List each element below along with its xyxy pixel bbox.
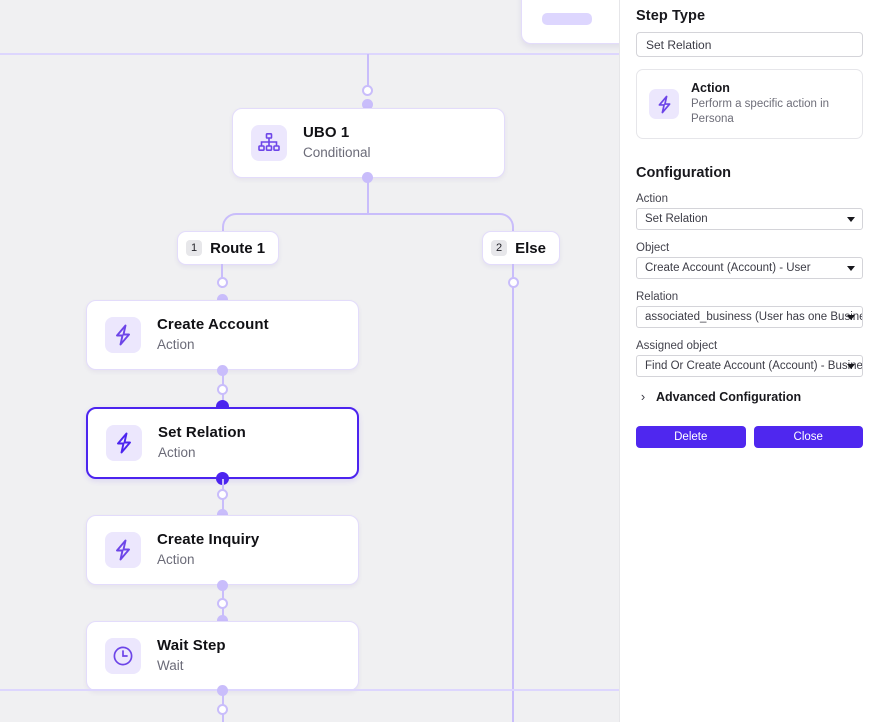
node-wait-step[interactable]: Wait Step Wait: [86, 621, 359, 691]
step-details-panel: Step Type Action Perform a specific acti…: [619, 0, 879, 722]
node-label-group: Create Inquiry Action: [157, 531, 259, 569]
field-label-assigned-object: Assigned object: [636, 340, 718, 352]
advanced-configuration-label: Advanced Configuration: [656, 389, 802, 404]
route-chip-route-1[interactable]: 1 Route 1: [177, 231, 280, 265]
chevron-down-icon: [847, 266, 855, 271]
object-select[interactable]: Create Account (Account) - User: [636, 257, 863, 279]
canvas-guide-line-bottom: [0, 689, 619, 691]
lightning-icon: [105, 532, 141, 568]
assigned-object-select-value: Find Or Create Account (Account) - Busin…: [645, 360, 863, 372]
step-type-heading: Step Type: [636, 8, 706, 24]
field-relation: Relation associated_business (User has o…: [636, 291, 863, 328]
object-select-value: Create Account (Account) - User: [645, 262, 811, 274]
workflow-canvas[interactable]: UBO 1 Conditional 1 Route 1 2 Else Creat…: [0, 0, 619, 722]
node-set-relation[interactable]: Set Relation Action: [86, 407, 359, 479]
field-action: Action Set Relation: [636, 193, 863, 230]
configuration-heading: Configuration: [636, 165, 732, 181]
node-create-account[interactable]: Create Account Action: [86, 300, 359, 370]
field-label-object: Object: [636, 242, 670, 254]
action-select-value: Set Relation: [645, 213, 708, 225]
route-label: Route 1: [210, 239, 266, 257]
canvas-guide-line-top: [0, 53, 619, 55]
connector-below-ubo1: [367, 178, 369, 214]
step-type-input[interactable]: [636, 32, 863, 57]
close-button[interactable]: Close: [753, 426, 863, 448]
field-label-relation: Relation: [636, 291, 679, 303]
route-number-badge: 2: [491, 240, 508, 256]
route-chip-else[interactable]: 2 Else: [482, 231, 560, 265]
assigned-object-select[interactable]: Find Or Create Account (Account) - Busin…: [636, 355, 863, 377]
chevron-down-icon: [847, 364, 855, 369]
action-select[interactable]: Set Relation: [636, 208, 863, 230]
lightning-icon: [106, 425, 142, 461]
node-label-group: UBO 1 Conditional: [303, 124, 371, 162]
lightning-icon: [105, 317, 141, 353]
node-create-inquiry[interactable]: Create Inquiry Action: [86, 515, 359, 585]
node-subtitle: Action: [157, 337, 195, 352]
add-step-handle-above-ubo1[interactable]: [362, 85, 373, 96]
add-step-handle-above-create-inquiry[interactable]: [217, 489, 228, 500]
add-step-handle-above-wait-step[interactable]: [217, 598, 228, 609]
field-assigned-object: Assigned object Find Or Create Account (…: [636, 340, 863, 377]
clock-icon: [105, 638, 141, 674]
route-number-badge: 1: [186, 240, 203, 256]
node-title: UBO 1: [303, 124, 350, 141]
node-title: Create Inquiry: [157, 531, 260, 548]
node-subtitle: Conditional: [303, 145, 371, 160]
add-step-handle-below-wait-step[interactable]: [217, 704, 228, 715]
route-label: Else: [515, 239, 546, 257]
node-subtitle: Action: [157, 552, 195, 567]
add-step-handle-below-else[interactable]: [508, 277, 519, 288]
step-type-card[interactable]: Action Perform a specific action in Pers…: [636, 69, 863, 139]
step-type-card-description: Perform a specific action in Persona: [691, 98, 830, 125]
add-step-handle-above-set-relation[interactable]: [217, 384, 228, 395]
offscreen-node-card[interactable]: [521, 0, 619, 44]
node-subtitle: Action: [158, 445, 196, 460]
add-step-handle-below-route-1[interactable]: [217, 277, 228, 288]
node-title: Create Account: [157, 316, 269, 333]
field-label-action: Action: [636, 193, 668, 205]
chevron-down-icon: [847, 217, 855, 222]
field-object: Object Create Account (Account) - User: [636, 242, 863, 279]
node-label-group: Wait Step Wait: [157, 637, 226, 675]
step-type-card-title: Action: [691, 81, 730, 95]
relation-select-value: associated_business (User has one Busine…: [645, 311, 863, 323]
chevron-down-icon: [847, 315, 855, 320]
advanced-configuration-toggle[interactable]: › Advanced Configuration: [636, 389, 863, 404]
relation-select[interactable]: associated_business (User has one Busine…: [636, 306, 863, 328]
lightning-icon: [649, 89, 679, 119]
node-subtitle: Wait: [157, 658, 184, 673]
node-label-group: Create Account Action: [157, 316, 269, 354]
delete-button[interactable]: Delete: [636, 426, 746, 448]
chevron-right-icon: ›: [640, 389, 646, 404]
offscreen-node-placeholder: [542, 13, 592, 25]
node-title: Wait Step: [157, 637, 226, 654]
connector-below-else: [512, 264, 514, 722]
hierarchy-icon: [251, 125, 287, 161]
panel-action-buttons: Delete Close: [636, 426, 863, 448]
node-label-group: Set Relation Action: [158, 424, 246, 462]
step-type-card-text: Action Perform a specific action in Pers…: [691, 81, 850, 127]
node-ubo-1[interactable]: UBO 1 Conditional: [232, 108, 505, 178]
workflow-editor: UBO 1 Conditional 1 Route 1 2 Else Creat…: [0, 0, 879, 722]
node-title: Set Relation: [158, 424, 246, 441]
